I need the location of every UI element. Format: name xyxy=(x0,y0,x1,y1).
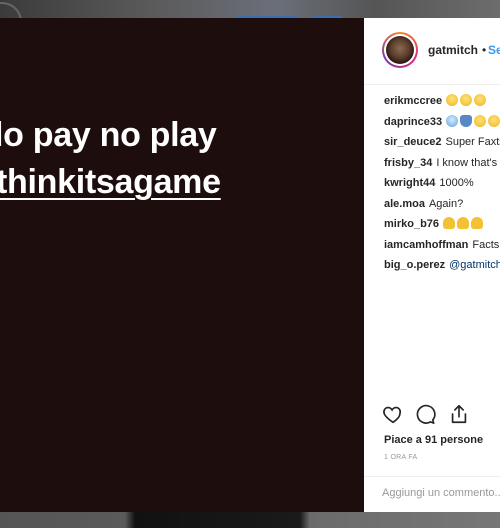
comment-text: Super Faxts xyxy=(445,136,500,148)
comments-list: erikmccree daprince33 sir_deuce2 Super Faxt… xyxy=(384,94,500,279)
story-text-line-2: thinkitsagame xyxy=(0,163,221,201)
muscle-emoji-icon xyxy=(443,217,456,229)
comment-text: Facts xyxy=(472,238,500,251)
comment-username[interactable]: ale.moa xyxy=(384,198,425,210)
comment-text: @gatmitch xyxy=(449,259,500,271)
comment-item: erikmccree xyxy=(384,94,500,115)
avatar-photo xyxy=(386,36,414,64)
comment-text: 1000% xyxy=(439,177,474,189)
comment-input[interactable] xyxy=(382,487,500,499)
comment-username[interactable]: big_o.perez xyxy=(384,259,445,271)
avatar[interactable] xyxy=(382,32,418,68)
laugh-emoji-icon xyxy=(446,94,459,106)
comment-username[interactable]: daprince33 xyxy=(384,116,442,128)
post-header: gatmitch • Segui xyxy=(364,18,500,85)
background-blur-bottom xyxy=(0,512,500,528)
laugh-emoji-icon xyxy=(488,114,500,127)
post-side-panel: gatmitch • Segui erikmccree daprince33 sir… xyxy=(364,18,500,512)
comment-username[interactable]: sir_deuce2 xyxy=(384,136,441,148)
heart-icon[interactable] xyxy=(382,403,404,425)
muscle-emoji-icon xyxy=(471,217,484,229)
story-text-line-1: lo pay no play xyxy=(0,116,217,154)
comment-icon[interactable] xyxy=(414,403,436,425)
follow-button[interactable]: Segui xyxy=(488,43,500,57)
comment-username[interactable]: frisby_34 xyxy=(384,157,432,169)
comment-item: iamcamhoffman Facts xyxy=(384,238,500,259)
share-icon[interactable] xyxy=(448,403,470,425)
comment-item: daprince33 xyxy=(384,114,500,136)
laugh-emoji-icon xyxy=(474,94,487,106)
post-image[interactable]: lo pay no play thinkitsagame xyxy=(0,18,364,512)
person-emoji-icon xyxy=(460,114,473,127)
laugh-emoji-icon xyxy=(474,114,487,127)
likes-count[interactable]: Piace a 91 persone xyxy=(384,434,483,446)
comment-item: big_o.perez @gatmitch xyxy=(384,258,500,279)
comment-text: Again? xyxy=(428,197,464,210)
comment-item: mirko_b76 xyxy=(384,217,500,238)
laugh-emoji-icon xyxy=(460,94,473,106)
comment-username[interactable]: kwright44 xyxy=(384,177,435,189)
comment-text: I know that's xyxy=(436,156,498,169)
comment-username[interactable]: erikmccree xyxy=(384,95,442,107)
add-comment-section xyxy=(364,476,500,512)
comment-item: sir_deuce2 Super Faxts xyxy=(384,135,500,156)
username-link[interactable]: gatmitch xyxy=(428,43,478,57)
comment-item: frisby_34 I know that's xyxy=(384,156,500,177)
comment-username[interactable]: iamcamhoffman xyxy=(384,239,468,251)
comment-item: kwright44 1000% xyxy=(384,176,500,197)
scream-emoji-icon xyxy=(446,114,459,127)
post-timestamp: 1 ORA FA xyxy=(384,454,418,461)
muscle-emoji-icon xyxy=(457,217,470,229)
comment-item: ale.moa Again? xyxy=(384,197,500,218)
comment-username[interactable]: mirko_b76 xyxy=(384,218,439,230)
separator-dot: • xyxy=(482,43,487,57)
